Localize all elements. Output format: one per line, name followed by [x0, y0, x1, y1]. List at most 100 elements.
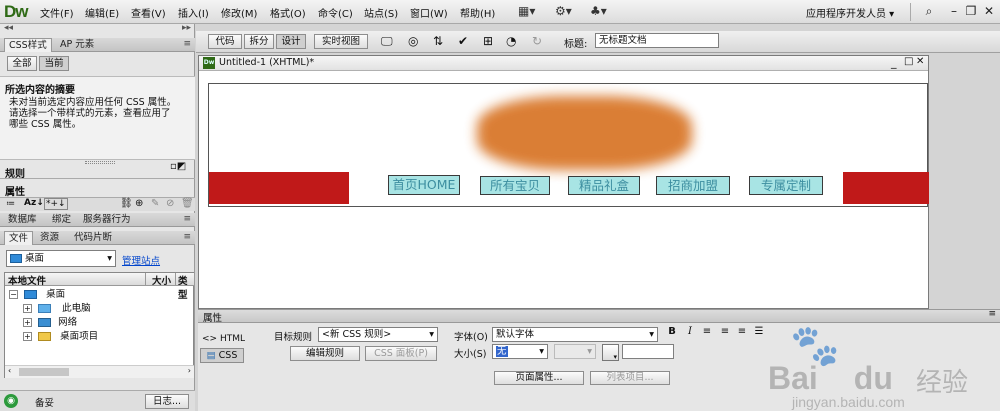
css-panel-button[interactable]: CSS 面板(P) [365, 346, 437, 361]
menu-file[interactable]: 文件(F) [40, 5, 74, 20]
align-right-icon[interactable]: ≡ [735, 325, 749, 339]
restore-icon[interactable]: ❐ [962, 2, 980, 20]
expand-tree-icon[interactable]: + [23, 332, 32, 341]
menu-help[interactable]: 帮助(H) [460, 5, 495, 20]
check-browser-icon[interactable]: ◔ [506, 34, 516, 48]
site-icon[interactable]: ♣▾ [590, 4, 607, 20]
scroll-thumb[interactable] [19, 368, 69, 376]
delete-icon[interactable]: 🗑 [181, 198, 194, 209]
page-title-input[interactable]: 无标题文档 [595, 33, 719, 48]
list-item-button[interactable]: 列表项目... [590, 371, 670, 385]
visual-aids-icon[interactable]: ⊞ [483, 34, 493, 48]
nav-custom-button[interactable]: 专属定制 [749, 176, 823, 195]
collapse-tree-icon[interactable]: − [9, 290, 18, 299]
menu-view[interactable]: 查看(V) [131, 5, 166, 20]
menu-format[interactable]: 格式(O) [270, 5, 306, 20]
bold-icon[interactable]: B [665, 325, 679, 339]
menu-edit[interactable]: 编辑(E) [85, 5, 119, 20]
edit-rule-icon[interactable]: ✎ [151, 198, 159, 209]
color-input[interactable] [622, 344, 674, 359]
italic-icon[interactable]: I [683, 325, 697, 339]
search-icon[interactable]: ⌕ [920, 2, 938, 20]
attach-stylesheet-icon[interactable]: ⛓ [120, 198, 133, 209]
file-management-icon[interactable]: ⇅ [433, 34, 443, 48]
html-mode-button[interactable]: <> HTML [202, 332, 248, 346]
manage-site-link[interactable]: 管理站点 [122, 253, 160, 267]
tab-assets[interactable]: 资源 [36, 231, 63, 245]
target-rule-select[interactable]: <新 CSS 规则> ▾ [318, 327, 438, 342]
panel-collapse-bar[interactable]: ◂◂ ▸▸ [0, 23, 195, 36]
header-type[interactable]: 类型 [178, 273, 194, 301]
refresh-icon[interactable]: ↻ [532, 34, 542, 48]
horizontal-scrollbar[interactable]: ‹ › [5, 365, 194, 378]
multiscreen-icon[interactable]: 🖵 [381, 34, 393, 49]
close-icon[interactable]: ✕ [916, 56, 924, 67]
menu-site[interactable]: 站点(S) [364, 5, 398, 20]
nav-gift-box-button[interactable]: 精品礼盒 [568, 176, 640, 195]
tree-item-network[interactable]: + 网络 [23, 316, 77, 330]
maximize-icon[interactable]: □ [904, 56, 913, 67]
tab-server-behaviors[interactable]: 服务器行为 [79, 213, 135, 227]
tab-css-styles[interactable]: CSS样式 [4, 38, 52, 52]
all-mode-button[interactable]: 全部 [7, 56, 37, 71]
color-picker-button[interactable]: ▾ [602, 344, 619, 361]
page-properties-button[interactable]: 页面属性... [494, 371, 584, 385]
preview-icon[interactable]: ◎ [408, 34, 418, 48]
live-view-button[interactable]: 实时视图 [314, 34, 368, 49]
split-view-button[interactable]: 拆分 [244, 34, 274, 49]
extend-gear-icon[interactable]: ⚙▾ [555, 4, 572, 20]
workspace-switcher[interactable]: 应用程序开发人员 ▾ [806, 5, 894, 20]
site-select[interactable]: 桌面 ▾ [6, 250, 116, 267]
tab-snippets[interactable]: 代码片断 [70, 231, 116, 245]
tab-ap-elements[interactable]: AP 元素 [56, 38, 98, 52]
menu-modify[interactable]: 修改(M) [221, 5, 257, 20]
header-size[interactable]: 大小 [152, 273, 171, 287]
menu-command[interactable]: 命令(C) [318, 5, 353, 20]
document-tab-title[interactable]: Untitled-1 (XHTML)* [219, 57, 314, 68]
expand-tree-icon[interactable]: + [23, 304, 32, 313]
menu-insert[interactable]: 插入(I) [178, 5, 209, 20]
log-button[interactable]: 日志... [145, 394, 189, 409]
splitter-grip[interactable] [85, 161, 115, 164]
menu-window[interactable]: 窗口(W) [410, 5, 448, 20]
minimize-icon[interactable]: _ [891, 56, 897, 69]
scroll-left-icon[interactable]: ‹ [8, 366, 11, 375]
panel-menu-icon[interactable]: ≡ [988, 309, 996, 319]
align-justify-icon[interactable]: ☰ [752, 325, 766, 339]
panel-menu-icon[interactable]: ≡ [183, 213, 191, 226]
rules-icons[interactable]: ▫◩ [170, 161, 186, 172]
tree-item-desktop-items[interactable]: + 桌面项目 [23, 330, 98, 344]
close-icon[interactable]: ✕ [980, 2, 998, 20]
tree-item-desktop[interactable]: − 桌面 [9, 288, 65, 302]
expand-icon[interactable]: ▸▸ [182, 23, 191, 33]
collapse-icon[interactable]: ◂◂ [4, 23, 13, 33]
size-unit-select[interactable]: ▾ [554, 344, 596, 359]
tab-bindings[interactable]: 绑定 [48, 213, 75, 227]
design-view-button[interactable]: 设计 [276, 34, 306, 49]
show-set-icon[interactable]: *+↓ [44, 198, 68, 210]
nav-franchise-button[interactable]: 招商加盟 [656, 176, 730, 195]
nav-all-items-button[interactable]: 所有宝贝 [480, 176, 550, 195]
disable-icon[interactable]: ⊘ [166, 198, 174, 209]
align-center-icon[interactable]: ≡ [718, 325, 732, 339]
nav-home-button[interactable]: 首页HOME [388, 175, 460, 195]
expand-tree-icon[interactable]: + [23, 318, 32, 327]
tab-files[interactable]: 文件 [4, 231, 34, 245]
new-rule-icon[interactable]: ⊕ [135, 198, 143, 209]
minimize-icon[interactable]: – [945, 2, 963, 20]
sort-alpha-icon[interactable]: Az↓ [24, 198, 44, 208]
align-left-icon[interactable]: ≡ [700, 325, 714, 339]
edit-rule-button[interactable]: 编辑规则 [290, 346, 360, 361]
tree-item-this-pc[interactable]: + 此电脑 [23, 302, 91, 316]
header-local-files[interactable]: 本地文件 [8, 273, 46, 287]
tab-databases[interactable]: 数据库 [4, 213, 41, 227]
inspect-icon[interactable]: ✔ [458, 34, 468, 48]
scroll-right-icon[interactable]: › [188, 366, 191, 375]
layout-icon[interactable]: ▦▾ [518, 4, 535, 20]
css-mode-button[interactable]: ▤ CSS [200, 348, 244, 363]
code-view-button[interactable]: 代码 [208, 34, 242, 49]
panel-menu-icon[interactable]: ≡ [183, 231, 191, 244]
size-select[interactable]: 无 ▾ [492, 344, 548, 359]
show-category-icon[interactable]: ≔ [6, 199, 15, 209]
panel-menu-icon[interactable]: ≡ [183, 38, 191, 51]
